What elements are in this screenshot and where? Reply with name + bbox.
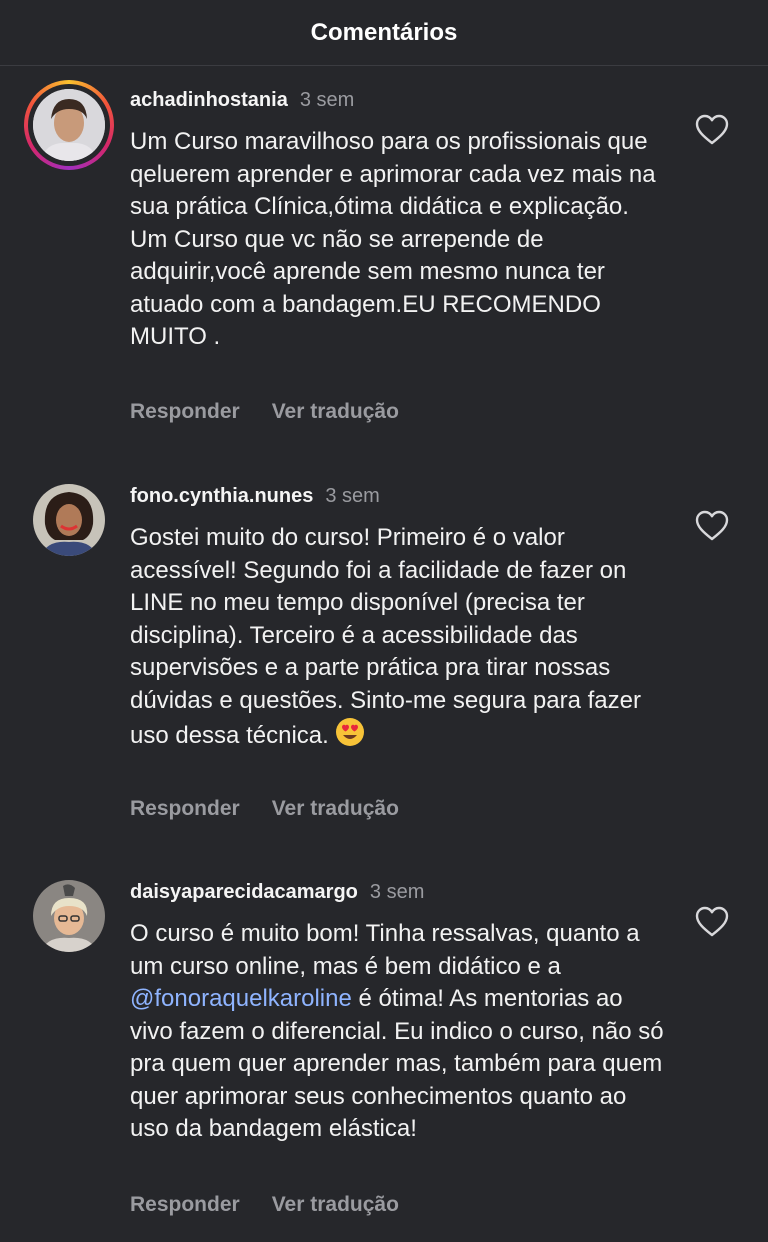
mention-link[interactable]: @fonoraquelkaroline	[130, 985, 352, 1012]
comment-text: Um Curso maravilhoso para os profissiona…	[130, 128, 656, 350]
story-ring[interactable]	[24, 80, 114, 170]
reply-button[interactable]: Responder	[130, 1193, 240, 1217]
heart-outline-icon[interactable]	[695, 114, 729, 146]
timestamp: 3 sem	[299, 89, 355, 111]
heart-outline-icon[interactable]	[695, 510, 729, 542]
comment-actions: Responder Ver tradução	[130, 1193, 399, 1217]
comment-meta: fono.cynthia.nunes 3 sem	[130, 484, 380, 508]
comment-meta: daisyaparecidacamargo 3 sem	[130, 880, 424, 904]
reply-button[interactable]: Responder	[130, 797, 240, 821]
username-link[interactable]: daisyaparecidacamargo	[130, 881, 358, 903]
comment-text: Gostei muito do curso! Primeiro é o valo…	[130, 522, 670, 753]
timestamp: 3 sem	[369, 881, 425, 903]
heart-eyes-emoji	[335, 717, 365, 747]
page-title: Comentários	[310, 18, 458, 46]
avatar[interactable]	[33, 880, 105, 952]
username-link[interactable]: achadinhostania	[130, 89, 288, 111]
comment-text: O curso é muito bom! Tinha ressalvas, qu…	[130, 918, 670, 1146]
avatar[interactable]	[33, 484, 105, 556]
reply-button[interactable]: Responder	[130, 400, 240, 424]
comment-actions: Responder Ver tradução	[130, 797, 399, 821]
avatar	[33, 89, 105, 161]
comment-meta: achadinhostania 3 sem	[130, 88, 354, 112]
username-link[interactable]: fono.cynthia.nunes	[130, 485, 313, 507]
comment-actions: Responder Ver tradução	[130, 400, 399, 424]
translate-button[interactable]: Ver tradução	[272, 1193, 399, 1217]
translate-button[interactable]: Ver tradução	[272, 400, 399, 424]
translate-button[interactable]: Ver tradução	[272, 797, 399, 821]
comment-body: O curso é muito bom! Tinha ressalvas, qu…	[130, 920, 640, 980]
timestamp: 3 sem	[325, 485, 380, 507]
heart-outline-icon[interactable]	[695, 906, 729, 938]
comment-body: Gostei muito do curso! Primeiro é o valo…	[130, 524, 641, 749]
comments-header: Comentários	[0, 0, 768, 66]
